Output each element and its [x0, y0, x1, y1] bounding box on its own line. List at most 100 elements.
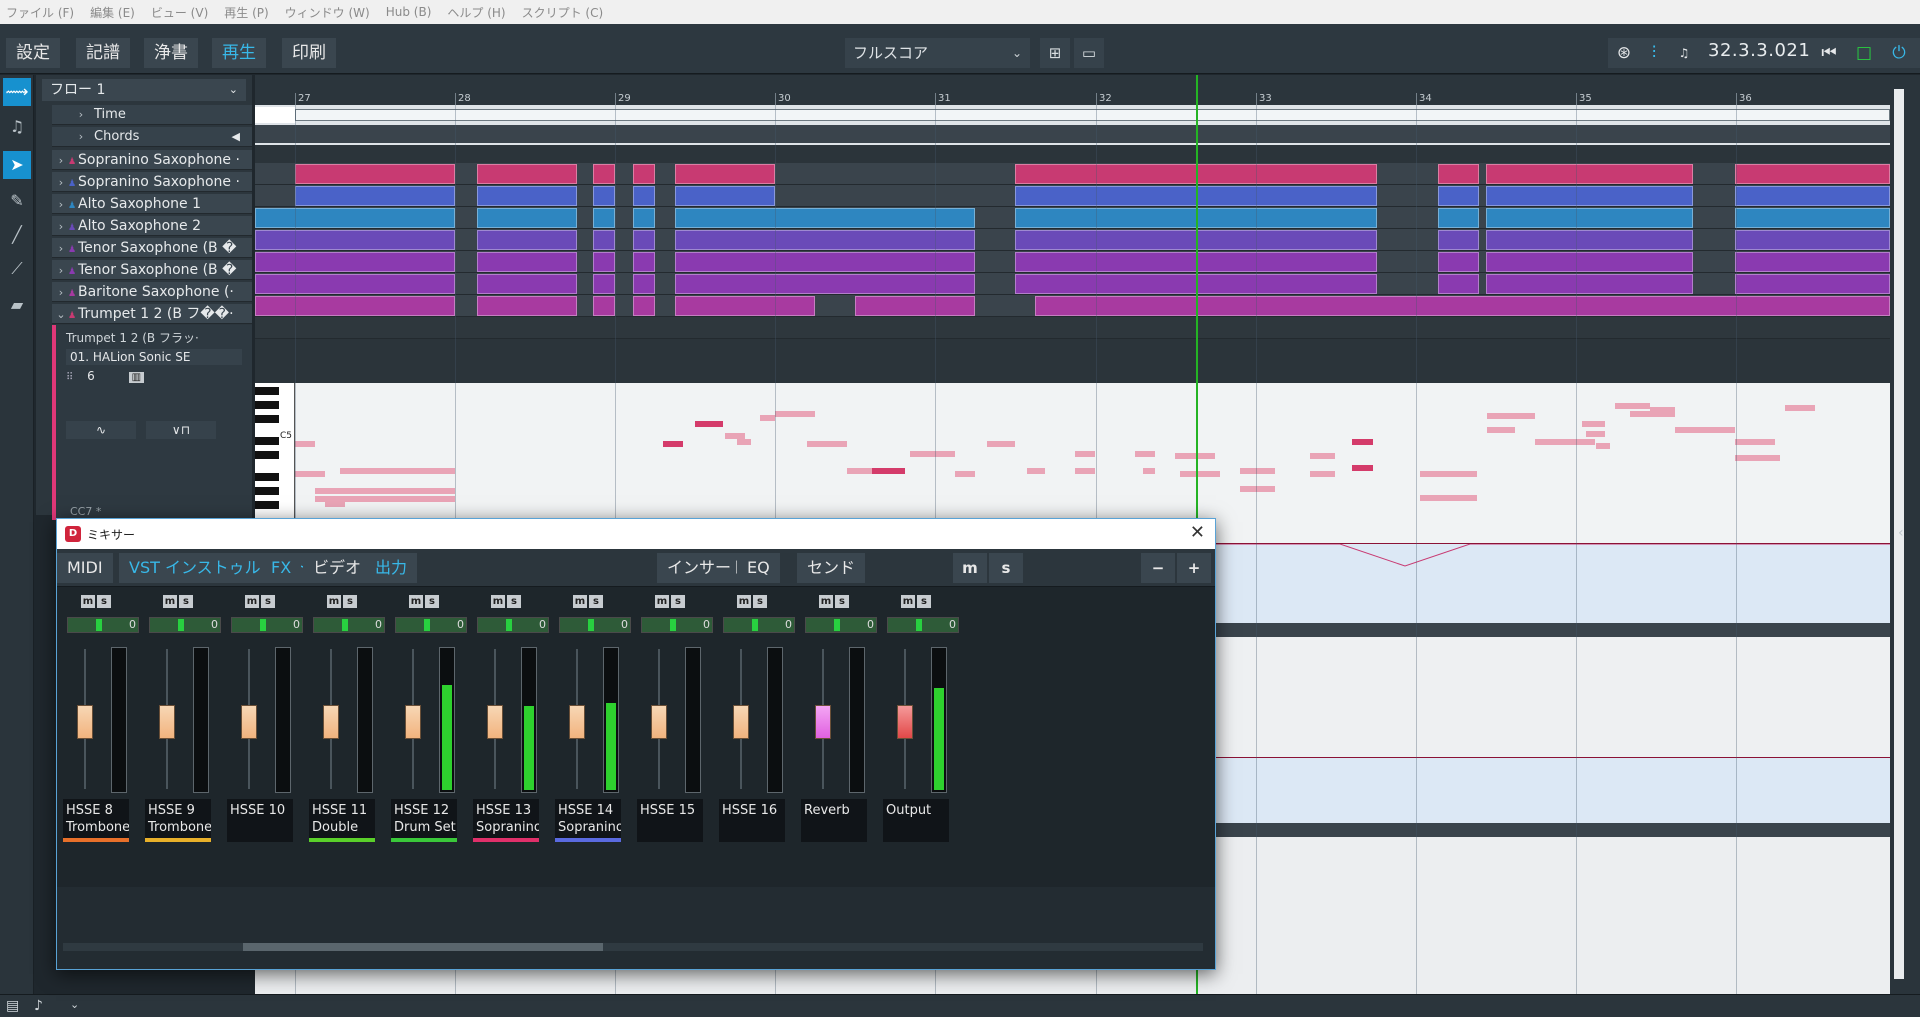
- midi-note[interactable]: [1310, 453, 1335, 459]
- chevron-right-icon[interactable]: ›: [54, 151, 68, 169]
- speaker-icon[interactable]: ◀: [232, 127, 240, 146]
- track-region[interactable]: [1735, 252, 1890, 272]
- track-row[interactable]: › ♟ Alto Saxophone 2: [52, 216, 252, 236]
- track-region[interactable]: [295, 164, 455, 184]
- midi-note[interactable]: [955, 471, 975, 477]
- pan-knob[interactable]: [260, 619, 266, 631]
- midi-note[interactable]: [910, 451, 955, 457]
- midi-note[interactable]: [1075, 468, 1095, 474]
- mixer-scrollbar[interactable]: [63, 943, 1203, 951]
- track-region[interactable]: [675, 186, 775, 206]
- track-region[interactable]: [633, 208, 655, 228]
- bar-ruler[interactable]: 2728293031323334353637: [255, 75, 1890, 105]
- midi-note[interactable]: [295, 441, 315, 447]
- chevron-right-icon[interactable]: ›: [54, 217, 68, 235]
- track-region[interactable]: [593, 186, 615, 206]
- track-region[interactable]: [1486, 252, 1693, 272]
- pan-knob[interactable]: [342, 619, 348, 631]
- chevron-down-icon[interactable]: ⌄: [70, 998, 79, 1011]
- channel-field[interactable]: ⠿ 6 ▥: [66, 368, 242, 384]
- midi-note[interactable]: [1675, 427, 1735, 433]
- track-region[interactable]: [1486, 274, 1693, 294]
- track-region[interactable]: [1735, 208, 1890, 228]
- system-track-row[interactable]: › Time: [52, 105, 252, 125]
- midi-note[interactable]: [775, 411, 815, 417]
- select-arrow-icon[interactable]: ➤: [3, 151, 31, 179]
- pan-knob[interactable]: [588, 619, 594, 631]
- midi-note[interactable]: [1586, 431, 1605, 437]
- midi-icon[interactable]: ♫: [1670, 38, 1698, 68]
- line-icon[interactable]: ╱: [3, 221, 31, 249]
- draw-icon[interactable]: ⟋: [3, 255, 31, 283]
- track-region[interactable]: [477, 274, 577, 294]
- solo-button[interactable]: s: [589, 595, 603, 608]
- midi-note[interactable]: [872, 468, 905, 474]
- galley-view-icon[interactable]: ⊞: [1040, 38, 1070, 68]
- menu-item[interactable]: ビュー (V): [151, 4, 208, 21]
- mute-button[interactable]: m: [819, 595, 833, 608]
- track-region[interactable]: [1438, 186, 1479, 206]
- mute-button[interactable]: m: [327, 595, 341, 608]
- menu-item[interactable]: Hub (B): [386, 5, 432, 19]
- mixer-section-tab[interactable]: センド: [797, 553, 866, 583]
- track-region[interactable]: [675, 252, 975, 272]
- track-region[interactable]: [593, 274, 615, 294]
- close-icon[interactable]: ✕: [1190, 522, 1205, 543]
- mute-button[interactable]: m: [901, 595, 915, 608]
- mute-all-button[interactable]: m: [953, 553, 987, 583]
- chevron-right-icon[interactable]: ›: [74, 127, 88, 146]
- video-icon[interactable]: ⊛: [1610, 38, 1638, 68]
- track-region[interactable]: [1486, 164, 1693, 184]
- track-region[interactable]: [1438, 208, 1479, 228]
- midi-note[interactable]: [695, 421, 723, 427]
- menu-item[interactable]: 編集 (E): [90, 4, 135, 21]
- track-region[interactable]: [477, 296, 577, 316]
- chevron-right-icon[interactable]: ›: [54, 261, 68, 279]
- mute-button[interactable]: m: [737, 595, 751, 608]
- track-region[interactable]: [633, 274, 655, 294]
- midi-note[interactable]: [295, 471, 325, 477]
- track-region[interactable]: [1035, 296, 1890, 316]
- mute-button[interactable]: m: [573, 595, 587, 608]
- chevron-down-icon[interactable]: ⌄: [54, 305, 68, 323]
- track-region[interactable]: [633, 252, 655, 272]
- midi-note[interactable]: [725, 433, 745, 439]
- midi-note[interactable]: [1027, 468, 1045, 474]
- system-track-row[interactable]: › Chords ◀: [52, 127, 252, 147]
- mute-button[interactable]: m: [163, 595, 177, 608]
- key-editor-icon[interactable]: ⟿: [3, 78, 31, 106]
- midi-note[interactable]: [340, 468, 455, 474]
- track-region[interactable]: [1735, 186, 1890, 206]
- mute-button[interactable]: m: [409, 595, 423, 608]
- track-lane[interactable]: [255, 273, 1890, 295]
- volume-fader[interactable]: [651, 705, 667, 739]
- track-region[interactable]: [255, 208, 455, 228]
- view-select[interactable]: フルスコア ⌄: [845, 38, 1030, 68]
- chevron-right-icon[interactable]: ›: [74, 105, 88, 124]
- solo-button[interactable]: s: [671, 595, 685, 608]
- midi-note[interactable]: [1785, 405, 1815, 411]
- track-region[interactable]: [1438, 274, 1479, 294]
- midi-note[interactable]: [1310, 471, 1335, 477]
- flow-select[interactable]: フロー 1 ⌄: [42, 79, 246, 101]
- menu-item[interactable]: ファイル (F): [6, 4, 74, 21]
- track-region[interactable]: [255, 230, 455, 250]
- track-region[interactable]: [633, 296, 655, 316]
- mixer-icon[interactable]: ⫶: [1640, 38, 1668, 68]
- chevron-left-icon[interactable]: ‹: [1898, 525, 1904, 541]
- midi-note[interactable]: [1175, 453, 1215, 459]
- midi-note[interactable]: [1352, 465, 1373, 471]
- track-lane[interactable]: [255, 295, 1890, 317]
- eraser-icon[interactable]: ▰: [3, 291, 31, 319]
- midi-note[interactable]: [1135, 451, 1155, 457]
- solo-button[interactable]: s: [917, 595, 931, 608]
- pan-control[interactable]: 0: [395, 617, 467, 633]
- note-icon[interactable]: ♪: [34, 998, 43, 1014]
- chevron-right-icon[interactable]: ›: [54, 239, 68, 257]
- pan-control[interactable]: 0: [67, 617, 139, 633]
- track-row[interactable]: › ♟ Baritone Saxophone (·: [52, 282, 252, 302]
- track-lane[interactable]: [255, 251, 1890, 273]
- track-region[interactable]: [477, 252, 577, 272]
- track-lane[interactable]: [255, 317, 1890, 339]
- midi-note[interactable]: [1535, 439, 1595, 445]
